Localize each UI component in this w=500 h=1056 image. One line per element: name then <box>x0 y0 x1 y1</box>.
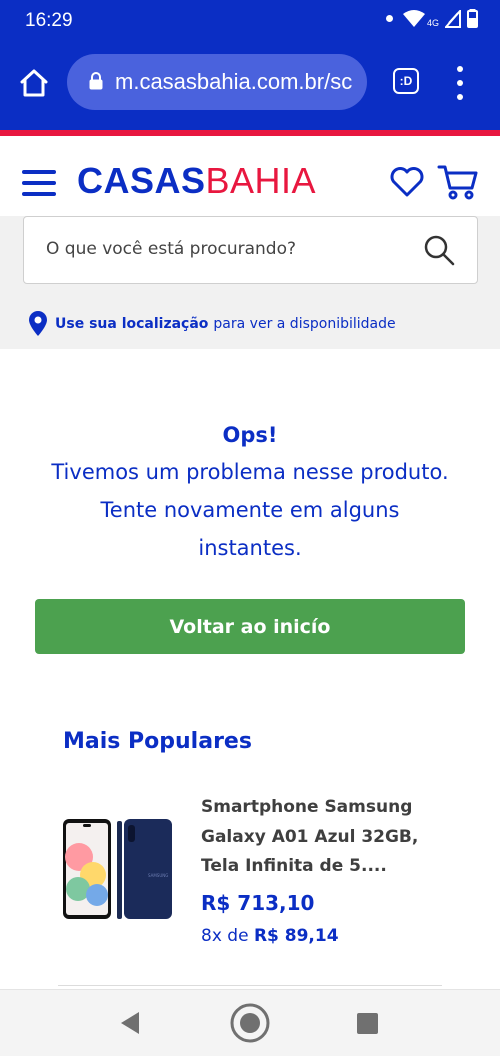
casas-bahia-logo[interactable]: CASASBAHIA <box>77 160 316 202</box>
error-title: Ops! <box>222 423 278 447</box>
search-icon[interactable] <box>423 234 455 266</box>
network-type-label: 4G <box>426 17 439 28</box>
installment-value: R$ 89,14 <box>253 926 339 946</box>
status-time: 16:29 <box>25 10 73 31</box>
status-bar: 16:29 4G <box>0 0 500 42</box>
browser-home-icon[interactable] <box>18 67 50 99</box>
error-message: Tivemos um problema nesse produto. Tente… <box>51 460 449 560</box>
product-price: R$ 713,10 <box>201 891 315 915</box>
search-box[interactable]: O que você está procurando? <box>23 216 478 284</box>
brand-stripe <box>0 126 500 136</box>
main-content: Ops! Tivemos um problema nesse produto. … <box>0 349 500 989</box>
location-pin-icon <box>29 311 47 336</box>
browser-toolbar: m.casasbahia.com.br/sc :D <box>0 42 500 126</box>
back-to-home-button[interactable]: Voltar ao inicío <box>35 599 465 654</box>
product-image[interactable]: SAMSUNG <box>62 817 174 921</box>
favorites-heart-icon[interactable] <box>389 166 425 198</box>
battery-icon <box>467 9 478 28</box>
system-nav-bar <box>0 989 500 1056</box>
location-text: para ver a disponibilidade <box>213 316 396 332</box>
search-input[interactable]: O que você está procurando? <box>46 239 296 259</box>
popular-section-title: Mais Populares <box>63 729 252 754</box>
recent-apps-icon[interactable] <box>357 1013 378 1034</box>
home-icon[interactable] <box>229 1002 271 1044</box>
product-name[interactable]: Smartphone Samsung Galaxy A01 Azul 32GB,… <box>201 793 451 882</box>
header-top: CASASBAHIA <box>0 136 500 216</box>
signal-icon <box>445 9 461 28</box>
lock-icon <box>89 72 103 90</box>
product-installment: 8x de R$ 89,14 <box>201 926 339 946</box>
location-prompt[interactable]: Use sua localização para ver a disponibi… <box>28 311 396 337</box>
back-icon[interactable] <box>119 1011 141 1035</box>
product-card[interactable]: SAMSUNG Smartphone Samsung Galaxy A01 Az… <box>50 789 470 959</box>
hamburger-menu-icon[interactable] <box>22 170 56 196</box>
notification-dot-icon <box>385 15 393 22</box>
address-bar[interactable]: m.casasbahia.com.br/sc <box>67 54 367 110</box>
tab-switcher-button[interactable]: :D <box>393 68 419 94</box>
site-header: CASASBAHIA O que você está procurando? U… <box>0 136 500 349</box>
status-icons: 4G <box>385 9 478 28</box>
browser-menu-icon[interactable] <box>452 66 468 100</box>
divider <box>58 985 442 986</box>
url-text: m.casasbahia.com.br/sc <box>115 69 353 94</box>
svg-text:SAMSUNG: SAMSUNG <box>148 873 168 878</box>
cart-icon[interactable] <box>437 163 479 201</box>
header-search-area: O que você está procurando? Use sua loca… <box>0 216 500 349</box>
location-link[interactable]: Use sua localização <box>55 316 208 332</box>
wifi-icon <box>402 9 425 27</box>
